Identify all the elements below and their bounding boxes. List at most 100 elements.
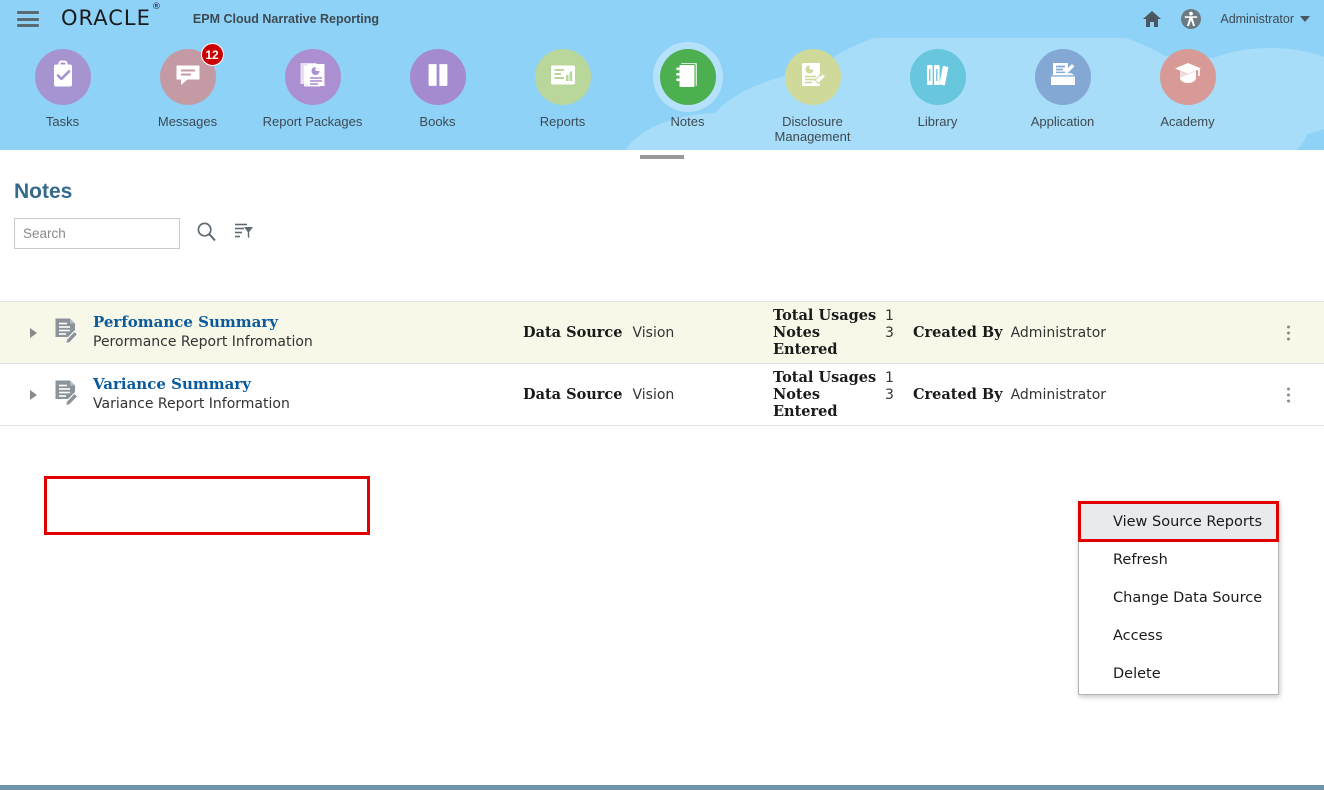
total-usages-row: Total Usages 1 — [773, 307, 913, 324]
book-icon — [423, 60, 453, 95]
nav-icon-wrapper[interactable] — [1034, 49, 1091, 105]
note-name-link[interactable]: Perfomance Summary — [93, 313, 523, 332]
nav-item-disclosure-management[interactable]: Disclosure Management — [750, 49, 875, 144]
created-by-column: Created By Administrator — [913, 324, 1106, 341]
notification-badge: 12 — [200, 43, 224, 66]
created-by-label: Created By — [913, 386, 1003, 403]
created-by-column: Created By Administrator — [913, 386, 1106, 403]
data-source-label: Data Source — [523, 324, 623, 341]
notes-entered-value: 3 — [885, 387, 894, 403]
disclosure-tag-icon — [798, 60, 828, 95]
context-menu-item-refresh[interactable]: Refresh — [1079, 541, 1278, 579]
note-document-icon — [53, 317, 79, 349]
speech-bubble-icon — [173, 60, 203, 95]
header-actions: Administrator — [1142, 8, 1324, 30]
nav-item-label: Messages — [157, 114, 218, 129]
graduation-cap-icon — [1173, 60, 1203, 95]
notes-content-area: Notes Search Perfomance Summary Perorman… — [0, 164, 1324, 787]
created-by-label: Created By — [913, 324, 1003, 341]
note-name-link[interactable]: Variance Summary — [93, 375, 523, 394]
notebook-icon — [673, 60, 703, 95]
total-usages-label: Total Usages — [773, 369, 877, 386]
application-title: EPM Cloud Narrative Reporting — [192, 12, 380, 26]
notes-entered-row: Notes Entered 3 — [773, 324, 913, 358]
nav-icon-wrapper[interactable] — [784, 49, 841, 105]
nav-item-label: Reports — [539, 114, 586, 129]
data-source-value: Vision — [632, 387, 675, 403]
context-menu-item-view-source-reports[interactable]: View Source Reports — [1079, 503, 1278, 541]
notes-entered-label: Notes Entered — [773, 324, 838, 358]
nav-icon-wrapper[interactable] — [34, 49, 91, 105]
nav-icon-wrapper[interactable] — [1159, 49, 1216, 105]
navigation-springboard: Tasks 12 Messages Report Packages Books … — [0, 38, 1324, 150]
magnifier-icon[interactable] — [196, 221, 217, 247]
filter-list-icon[interactable] — [233, 221, 254, 247]
nav-item-report-packages[interactable]: Report Packages — [250, 49, 375, 129]
notes-entered-value: 3 — [885, 325, 894, 341]
search-input[interactable] — [14, 218, 180, 249]
search-toolbar — [0, 204, 1324, 249]
nav-icon-wrapper[interactable] — [534, 49, 591, 105]
data-source-column: Data Source Vision — [523, 386, 773, 403]
accessibility-icon[interactable] — [1180, 8, 1202, 30]
nav-item-label: Disclosure Management — [774, 114, 851, 144]
note-title-block: Variance Summary Variance Report Informa… — [93, 375, 523, 414]
nav-item-messages[interactable]: 12 Messages — [125, 43, 250, 129]
row-actions-menu-icon[interactable] — [1287, 325, 1290, 340]
note-description: Variance Report Information — [93, 396, 290, 412]
user-menu[interactable]: Administrator — [1220, 12, 1310, 26]
nav-item-label: Application — [1030, 114, 1095, 129]
total-usages-value: 1 — [885, 370, 894, 386]
nav-item-academy[interactable]: Academy — [1125, 49, 1250, 129]
nav-item-label: Notes — [670, 114, 705, 129]
data-source-label: Data Source — [523, 386, 623, 403]
nav-item-notes[interactable]: Notes — [625, 49, 750, 129]
created-by-value: Administrator — [1010, 387, 1107, 403]
home-icon[interactable] — [1142, 10, 1162, 28]
usage-stats-column: Total Usages 1 Notes Entered 3 — [773, 369, 913, 420]
row-context-menu: View Source Reports Refresh Change Data So… — [1078, 501, 1279, 695]
oracle-wordmark: ORACLE — [61, 6, 151, 30]
row-expand-arrow-icon[interactable] — [30, 389, 37, 400]
top-header-bar: ORACLE® EPM Cloud Narrative Reporting Ad… — [0, 0, 1324, 38]
app-box-icon — [1048, 60, 1078, 95]
note-document-icon — [53, 379, 79, 411]
table-row[interactable]: Perfomance Summary Perormance Report Inf… — [0, 302, 1324, 364]
data-source-column: Data Source Vision — [523, 324, 773, 341]
nav-item-label: Library — [917, 114, 958, 129]
nav-icon-wrapper[interactable] — [909, 49, 966, 105]
user-name-label: Administrator — [1220, 12, 1294, 26]
usage-stats-column: Total Usages 1 Notes Entered 3 — [773, 307, 913, 358]
notes-entered-label: Notes Entered — [773, 386, 838, 420]
nav-icon-wrapper[interactable] — [659, 49, 716, 105]
nav-icon-wrapper[interactable] — [284, 49, 341, 105]
panel-drag-handle[interactable] — [640, 155, 684, 159]
table-row[interactable]: Variance Summary Variance Report Informa… — [0, 364, 1324, 426]
nav-item-application[interactable]: Application — [1000, 49, 1125, 129]
nav-icon-wrapper[interactable]: 12 — [159, 43, 224, 105]
nav-item-books[interactable]: Books — [375, 49, 500, 129]
context-menu-item-change-data-source[interactable]: Change Data Source — [1079, 579, 1278, 617]
oracle-logo: ORACLE® — [61, 2, 161, 30]
total-usages-label: Total Usages — [773, 307, 877, 324]
annotation-box-selected-note — [44, 476, 370, 535]
report-stack-icon — [298, 60, 328, 95]
nav-item-label: Academy — [1160, 114, 1215, 129]
context-menu-item-delete[interactable]: Delete — [1079, 655, 1278, 693]
nav-icon-wrapper[interactable] — [409, 49, 466, 105]
note-title-block: Perfomance Summary Perormance Report Inf… — [93, 313, 523, 352]
hamburger-menu-icon[interactable] — [17, 11, 39, 27]
nav-item-tasks[interactable]: Tasks — [0, 49, 125, 129]
note-description: Perormance Report Infromation — [93, 334, 313, 350]
page-title: Notes — [14, 180, 73, 203]
nav-item-library[interactable]: Library — [875, 49, 1000, 129]
created-by-value: Administrator — [1010, 325, 1107, 341]
row-actions-menu-icon[interactable] — [1287, 387, 1290, 402]
oracle-registered-mark: ® — [151, 2, 162, 12]
context-menu-item-access[interactable]: Access — [1079, 617, 1278, 655]
library-books-icon — [923, 60, 953, 95]
nav-item-reports[interactable]: Reports — [500, 49, 625, 129]
bottom-status-bar — [0, 785, 1324, 790]
row-expand-arrow-icon[interactable] — [30, 327, 37, 338]
notes-list: Perfomance Summary Perormance Report Inf… — [0, 301, 1324, 426]
